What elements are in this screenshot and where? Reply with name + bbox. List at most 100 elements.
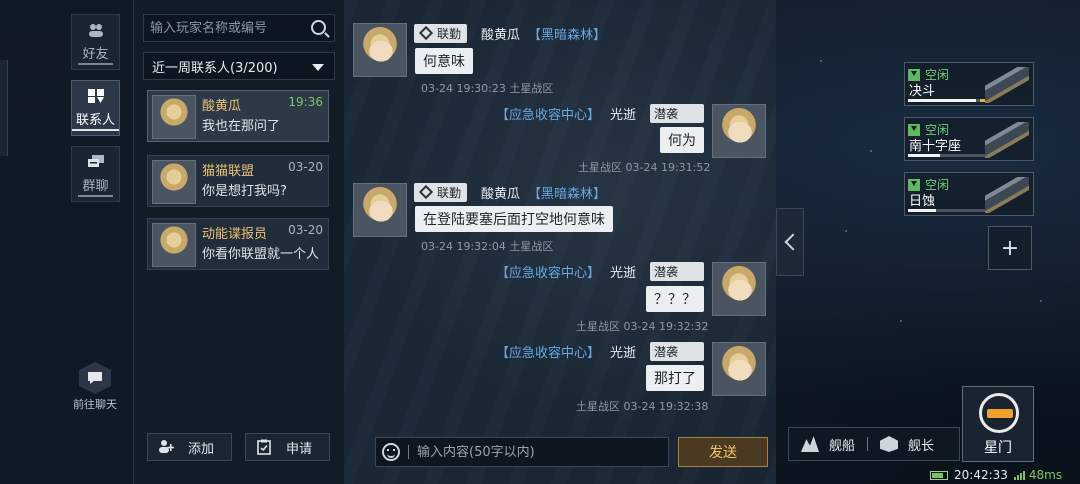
fleet-ship-card[interactable]: 空闲 南十字座 [904,117,1034,161]
send-button[interactable]: 发送 [678,437,768,467]
ship-icon [801,436,819,452]
contact-filter-dropdown[interactable]: 近一周联系人(3/200) [143,52,335,80]
message-header: 【应急收容中心】 光逝 潜袭 [496,341,705,361]
friend-requests-button[interactable]: 申请 [245,433,330,461]
idle-status-icon [908,68,920,81]
fleet-ship-card[interactable]: 空闲 决斗 [904,62,1034,106]
rank-badge: 潜袭 [650,341,705,361]
contact-last-message: 我也在那问了 [202,119,281,134]
clock: 20:42:33 [954,468,1008,482]
sender-avatar[interactable] [712,104,766,158]
sender-name[interactable]: 酸黄瓜 [481,24,520,43]
search-icon[interactable] [311,20,326,35]
chat-panel [344,0,776,484]
sender-guild[interactable]: 【黑暗森林】 [528,24,606,43]
message-timestamp: 土星战区 03-24 19:32:38 [576,400,709,413]
contact-time: 03-20 [288,160,323,174]
sender-name[interactable]: 酸黄瓜 [481,183,520,202]
captain-button[interactable]: 舰长 [880,435,934,454]
bottom-dock: 舰船 舰长 [788,427,960,461]
ship-thumbnail [985,67,1029,103]
contact-avatar [152,95,196,139]
message-header: 联勤 酸黄瓜 【黑暗森林】 [414,182,606,202]
rank-badge: 联勤 [414,23,468,43]
side-drawer-handle[interactable] [0,60,8,156]
search-bar [143,14,335,42]
add-contact-button[interactable]: 添加 [147,433,232,461]
ship-name: 决斗 [909,84,936,99]
sender-avatar[interactable] [353,183,407,237]
tab-friends-label: 好友 [78,43,113,65]
diamond-icon [418,25,434,41]
contact-avatar [152,160,196,204]
rank-badge: 潜袭 [650,261,705,281]
rank-badge: 联勤 [414,182,468,202]
chevron-down-icon [312,64,324,71]
contact-filter-label: 近一周联系人(3/200) [152,60,278,76]
message-header: 【应急收容中心】 光逝 潜袭 [496,261,705,281]
captain-badge-icon [880,436,899,452]
latency: 48ms [1028,468,1063,482]
ship-name: 日蚀 [909,194,936,209]
collapse-chat-button[interactable] [776,208,804,276]
sender-guild[interactable]: 【应急收容中心】 [496,104,600,123]
ship-thumbnail [985,122,1029,158]
message-bubble: 在登陆要塞后面打空地何意味 [415,206,613,232]
player-search-input[interactable] [150,20,300,36]
message-bubble: 那打了 [646,365,704,391]
contact-last-message: 你看你联盟就一个人 [202,247,320,262]
message-timestamp: 03-24 19:30:23 土星战区 [421,82,554,95]
ship-thumbnail [985,177,1029,213]
submarine-class-icon [682,344,699,358]
ship-hp-bar [908,99,988,102]
battery-icon [930,470,948,480]
contact-item[interactable]: 猫猫联盟 03-20 你是想打我吗? [147,155,329,207]
sender-guild[interactable]: 【黑暗森林】 [528,183,606,202]
contact-item[interactable]: 动能谍报员 03-20 你看你联盟就一个人 [147,218,329,270]
sender-guild[interactable]: 【应急收容中心】 [496,342,600,361]
fleet-ship-card[interactable]: 空闲 日蚀 [904,172,1034,216]
tab-friends[interactable]: 好友 [71,14,120,70]
sender-name[interactable]: 光逝 [610,342,636,361]
message-bubble: 何为 [660,127,704,153]
sender-avatar[interactable] [712,262,766,316]
sender-name[interactable]: 光逝 [610,104,636,123]
contact-time: 19:36 [288,95,323,109]
contact-name: 动能谍报员 [202,227,268,242]
sender-avatar[interactable] [712,342,766,396]
rank-badge: 潜袭 [650,103,705,123]
tab-contacts[interactable]: 联系人 [71,80,120,136]
message-timestamp: 03-24 19:32:04 土星战区 [421,240,554,253]
friends-icon [87,22,105,38]
chat-message-input[interactable] [417,444,657,460]
go-to-chat-label: 前往聊天 [73,398,117,411]
ships-button[interactable]: 舰船 [801,435,855,454]
sender-guild[interactable]: 【应急收容中心】 [496,262,600,281]
sender-name[interactable]: 光逝 [610,262,636,281]
ship-hp-bar [908,209,988,212]
message-timestamp: 土星战区 03-24 19:32:32 [576,320,709,333]
sender-avatar[interactable] [353,23,407,77]
idle-status-icon [908,178,920,191]
contact-item[interactable]: 酸黄瓜 19:36 我也在那问了 [147,90,329,142]
add-contact-label: 添加 [188,441,215,457]
chat-input-bar [375,437,669,467]
friend-requests-label: 申请 [286,441,313,457]
diamond-icon [418,184,434,200]
stargate-icon [979,393,1019,433]
clipboard-check-icon [256,439,272,455]
contact-avatar [152,223,196,267]
stargate-button[interactable]: 星门 [962,386,1034,462]
add-fleet-button[interactable]: + [988,226,1032,270]
ship-hp-bar [908,154,988,157]
emoji-icon[interactable] [382,443,400,461]
stargate-label: 星门 [984,440,1012,456]
contacts-icon [87,88,105,104]
tab-group-chat[interactable]: 群聊 [71,146,120,202]
contact-name: 酸黄瓜 [202,99,242,114]
idle-status-icon [908,123,920,136]
signal-icon [1013,470,1026,480]
submarine-class-icon [682,264,699,278]
message-header: 联勤 酸黄瓜 【黑暗森林】 [414,23,606,43]
go-to-chat-button[interactable]: 前往聊天 [64,362,126,412]
